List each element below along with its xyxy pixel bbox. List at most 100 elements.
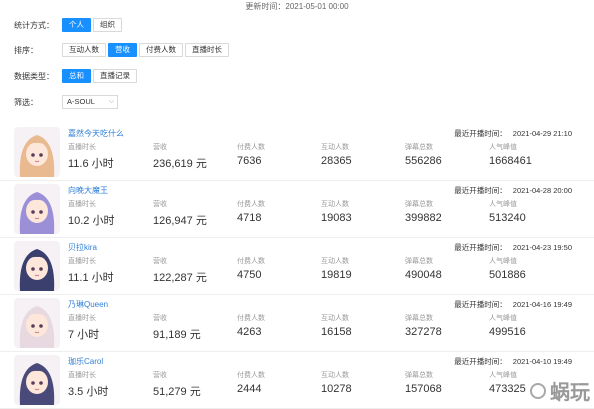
stat-label: 互动人数 (321, 144, 349, 151)
stat-mode-filter: 统计方式： 个人 组织 (14, 18, 124, 32)
stat-value: 473325 (489, 383, 526, 395)
sort-duration-button[interactable]: 直播时长 (185, 43, 229, 57)
last-live-time: 最近开播时间： 2021-04-16 19:49 (454, 299, 572, 310)
stat-interact: 互动人数 19083 (321, 199, 352, 224)
stat-value: 4263 (237, 326, 262, 338)
stat-label: 人气峰值 (489, 144, 517, 151)
stat-label: 付费人数 (237, 201, 265, 208)
watermark-logo-icon (530, 382, 546, 399)
stat-label: 付费人数 (237, 258, 265, 265)
sort-revenue-button[interactable]: 营收 (108, 43, 137, 57)
last-live-value: 2021-04-29 21:10 (512, 129, 572, 138)
stat-value: 2444 (237, 383, 262, 395)
stat-revenue: 营收 51,279 元 (153, 370, 201, 399)
avatar[interactable] (14, 355, 60, 405)
stat-value: 490048 (405, 269, 442, 281)
stat-value: 7 小时 (68, 329, 100, 341)
stat-label: 互动人数 (321, 258, 349, 265)
stat-value: 556286 (405, 155, 442, 167)
group-select-value: A-SOUL (67, 97, 95, 106)
member-name-link[interactable]: 珈乐Carol (68, 356, 103, 367)
stat-value: 11.1 小时 (68, 272, 114, 284)
stat-value: 7636 (237, 155, 262, 167)
stat-value: 91,189 元 (153, 329, 201, 341)
stat-popularity: 人气峰值 513240 (489, 199, 526, 224)
update-time: 更新时间：2021-05-01 00:00 (245, 2, 349, 11)
last-live-label: 最近开播时间： (454, 243, 507, 252)
stat-label: 直播时长 (68, 201, 96, 208)
stat-label: 人气峰值 (489, 315, 517, 322)
last-live-time: 最近开播时间： 2021-04-28 20:00 (454, 185, 572, 196)
member-row[interactable]: 向晚大魔王直播时长 10.2 小时 营收 126,947 元 付费人数 4718 互动人数 1… (0, 181, 594, 238)
stat-label: 人气峰值 (489, 201, 517, 208)
stat-label: 互动人数 (321, 201, 349, 208)
member-name-link[interactable]: 贝拉kira (68, 242, 97, 253)
last-live-label: 最近开播时间： (454, 300, 507, 309)
stat-interact: 互动人数 16158 (321, 313, 352, 338)
sort-interact-button[interactable]: 互动人数 (62, 43, 106, 57)
stat-popularity: 人气峰值 499516 (489, 313, 526, 338)
stat-label: 营收 (153, 144, 167, 151)
sort-paying-button[interactable]: 付费人数 (139, 43, 183, 57)
watermark-text: 蜗玩 (550, 382, 590, 404)
stat-revenue: 营收 126,947 元 (153, 199, 207, 228)
stat-interact: 互动人数 10278 (321, 370, 352, 395)
watermark: 蜗玩 (530, 376, 590, 405)
stat-value: 126,947 元 (153, 215, 207, 227)
stat-value: 11.6 小时 (68, 158, 114, 170)
avatar[interactable] (14, 298, 60, 348)
stat-revenue: 营收 122,287 元 (153, 256, 207, 285)
last-live-time: 最近开播时间： 2021-04-10 19:49 (454, 356, 572, 367)
stat-mode-personal-button[interactable]: 个人 (62, 18, 91, 32)
group-select[interactable]: A-SOUL ⌵ (62, 95, 118, 109)
stat-danmaku: 弹幕总数 490048 (405, 256, 442, 281)
data-type-records-button[interactable]: 直播记录 (93, 69, 137, 83)
member-name-link[interactable]: 向晚大魔王 (68, 185, 108, 196)
stat-paying: 付费人数 7636 (237, 142, 265, 167)
stat-label: 付费人数 (237, 372, 265, 379)
stat-label: 人气峰值 (489, 372, 517, 379)
member-row[interactable]: 珈乐Carol 直播时长 3.5 小时 营收 51,279 元 付费人数 2444 互动人数 1… (0, 352, 594, 409)
stat-paying: 付费人数 2444 (237, 370, 265, 395)
stat-label: 弹幕总数 (405, 144, 433, 151)
stat-value: 499516 (489, 326, 526, 338)
stat-danmaku: 弹幕总数 556286 (405, 142, 442, 167)
avatar[interactable] (14, 127, 60, 177)
last-live-label: 最近开播时间： (454, 357, 507, 366)
stat-value: 501886 (489, 269, 526, 281)
stat-danmaku: 弹幕总数 399882 (405, 199, 442, 224)
stat-value: 51,279 元 (153, 386, 201, 398)
member-row[interactable]: 贝拉kira 直播时长 11.1 小时 营收 122,287 元 付费人数 4750 互动人数… (0, 238, 594, 295)
stat-value: 4750 (237, 269, 262, 281)
stat-value: 236,619 元 (153, 158, 207, 170)
stat-value: 4718 (237, 212, 262, 224)
stat-label: 弹幕总数 (405, 315, 433, 322)
data-type-total-button[interactable]: 总和 (62, 69, 91, 83)
last-live-time: 最近开播时间： 2021-04-29 21:10 (454, 128, 572, 139)
member-name-link[interactable]: 嘉然今天吃什么 (68, 128, 124, 139)
stat-value: 1668461 (489, 155, 532, 167)
stat-revenue: 营收 91,189 元 (153, 313, 201, 342)
stat-value: 10.2 小时 (68, 215, 115, 227)
stat-value: 19083 (321, 212, 352, 224)
member-row[interactable]: 嘉然今天吃什么 直播时长 11.6 小时 营收 236,619 元 付费人数 7636 互动人… (0, 124, 594, 181)
avatar[interactable] (14, 241, 60, 291)
member-list: 嘉然今天吃什么 直播时长 11.6 小时 营收 236,619 元付费人数 7636 互动人… (0, 124, 594, 409)
stat-label: 弹幕总数 (405, 258, 433, 265)
stat-revenue: 营收 236,619 元 (153, 142, 207, 171)
stat-value: 157068 (405, 383, 442, 395)
stat-paying: 付费人数 4718 (237, 199, 265, 224)
stat-value: 28365 (321, 155, 352, 167)
stat-interact: 互动人数 19819 (321, 256, 352, 281)
member-name-link[interactable]: 乃琳Queen (68, 299, 108, 310)
member-row[interactable]: 乃琳Queen 直播时长 7 小时 营收 91,189 元 付费人数 4263 互动人数 161… (0, 295, 594, 352)
last-live-value: 2021-04-28 20:00 (512, 186, 572, 195)
stat-value: 122,287 元 (153, 272, 207, 284)
stat-label: 人气峰值 (489, 258, 517, 265)
avatar[interactable] (14, 184, 60, 234)
last-live-label: 最近开播时间： (454, 186, 507, 195)
stat-label: 直播时长 (68, 372, 96, 379)
stat-mode-org-button[interactable]: 组织 (93, 18, 122, 32)
stat-label: 直播时长 (68, 258, 96, 265)
chevron-down-icon: ⌵ (108, 98, 114, 105)
